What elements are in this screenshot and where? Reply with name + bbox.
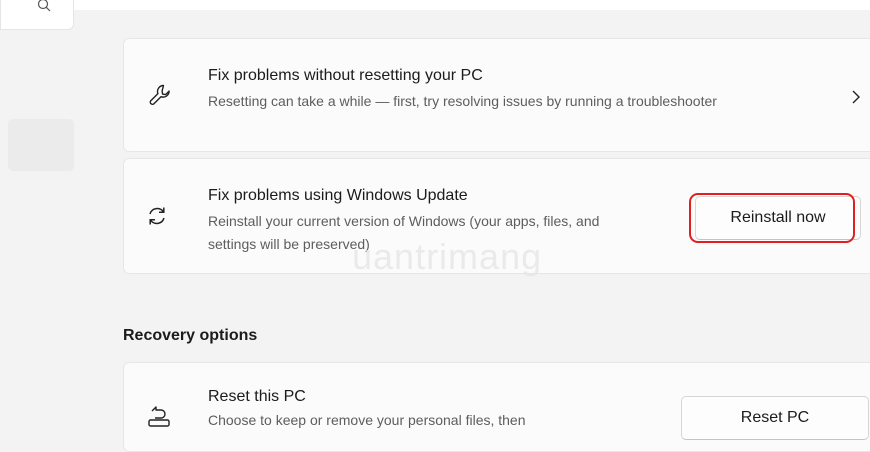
highlight-frame [689,193,855,243]
fix-without-reset-description: Resetting can take a while — first, try … [208,93,717,109]
sidebar-selected-item[interactable] [8,119,74,171]
search-icon [37,0,51,17]
reset-pc-description: Choose to keep or remove your personal f… [208,412,526,428]
reset-pc-card: Reset this PC Choose to keep or remove y… [123,362,870,452]
chevron-right-icon[interactable] [850,89,862,110]
fix-without-reset-card[interactable]: Fix problems without resetting your PC R… [123,38,870,152]
reset-pc-button[interactable]: Reset PC [681,396,869,440]
top-bar [0,0,870,10]
fix-windows-update-title: Fix problems using Windows Update [208,187,468,204]
wrench-icon [146,81,174,114]
fix-without-reset-title: Fix problems without resetting your PC [208,67,483,84]
watermark: uantrimang [352,236,543,277]
refresh-icon [146,205,168,232]
reset-pc-title: Reset this PC [208,388,306,405]
recovery-options-heading: Recovery options [123,327,258,344]
reset-pc-icon [146,403,172,434]
search-box[interactable] [0,0,74,30]
